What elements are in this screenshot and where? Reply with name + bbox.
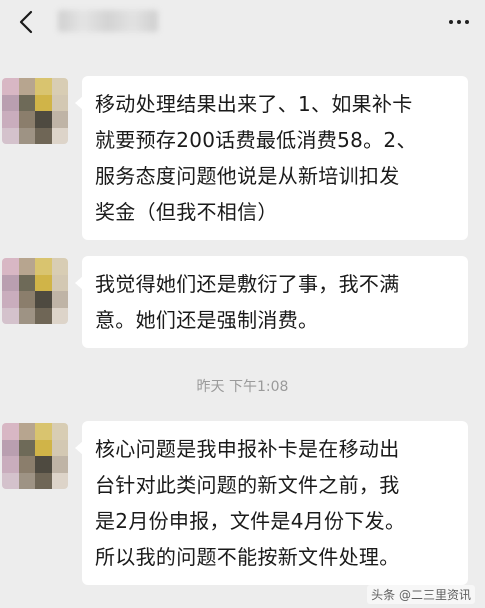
message-text: 是2月份申报，文件是4月份下发。 — [95, 509, 406, 533]
chat-header — [0, 0, 485, 44]
message-text: 奖金（但我不相信） — [95, 200, 278, 224]
more-dot — [465, 20, 469, 24]
message-text: 所以我的问题不能按新文件处理。 — [95, 545, 400, 569]
more-dot — [457, 20, 461, 24]
message-bubble[interactable]: 移动处理结果出来了、1、如果补卡 就要预存200话费最低消费58。2、 服务态度… — [75, 76, 468, 240]
message-text: 意。她们还是强制消费。 — [95, 308, 319, 332]
message-text: 我觉得她们还是敷衍了事，我不满 — [95, 272, 400, 296]
avatar[interactable] — [2, 78, 68, 144]
message-text: 核心问题是我申报补卡是在移动出 — [95, 437, 400, 461]
message-timestamp: 昨天 下午1:08 — [196, 379, 289, 395]
more-button[interactable] — [441, 6, 477, 38]
message-text: 服务态度问题他说是从新培训扣发 — [95, 164, 400, 188]
message-bubble[interactable]: 我觉得她们还是敷衍了事，我不满 意。她们还是强制消费。 — [75, 256, 468, 348]
message-text: 台针对此类问题的新文件之前，我 — [95, 473, 400, 497]
message-bubble[interactable]: 核心问题是我申报补卡是在移动出 台针对此类问题的新文件之前，我 是2月份申报，文… — [75, 421, 468, 585]
message-text: 就要预存200话费最低消费58。2、 — [95, 128, 417, 152]
chevron-left-icon — [19, 10, 33, 34]
message-text: 移动处理结果出来了、1、如果补卡 — [95, 92, 413, 116]
chat-title-redacted — [58, 10, 158, 32]
source-watermark: 头条 @二三里资讯 — [367, 585, 475, 604]
more-dot — [449, 20, 453, 24]
back-button[interactable] — [8, 4, 44, 40]
avatar[interactable] — [2, 258, 68, 324]
avatar[interactable] — [2, 423, 68, 489]
